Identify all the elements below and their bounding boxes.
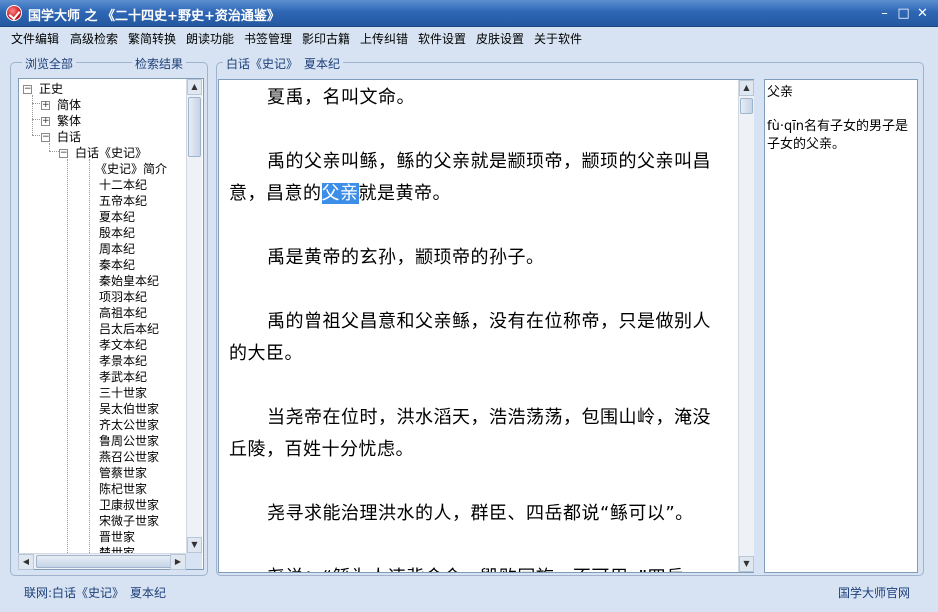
collapse-icon[interactable]: − xyxy=(59,149,68,158)
scroll-right-icon[interactable]: ▶ xyxy=(170,554,186,570)
tree-chapter[interactable]: 孝景本纪 xyxy=(99,353,147,369)
tree-horizontal-scrollbar[interactable]: ◀ ▶ xyxy=(18,553,186,570)
menu-about[interactable]: 关于软件 xyxy=(534,30,582,47)
tab-search-results[interactable]: 检索结果 xyxy=(132,55,187,72)
dictionary-word: 父亲 xyxy=(767,85,794,100)
tree-chapter[interactable]: 宋微子世家 xyxy=(99,513,159,529)
paragraph-text: 就是黄帝。 xyxy=(358,183,451,204)
tab-browse-all[interactable]: 浏览全部 xyxy=(22,55,77,72)
maximize-button[interactable]: □ xyxy=(895,5,912,22)
menu-settings[interactable]: 软件设置 xyxy=(418,30,466,47)
tree-line xyxy=(89,159,90,569)
menu-read-aloud[interactable]: 朗读功能 xyxy=(186,30,234,47)
menu-bookmarks[interactable]: 书签管理 xyxy=(244,30,292,47)
tree-chapter[interactable]: 殷本纪 xyxy=(99,225,135,241)
tree-chapter[interactable]: 三十世家 xyxy=(99,385,147,401)
dictionary-pane: 父亲 fù·qīn名有子女的男子是子女的父亲。 xyxy=(764,79,918,573)
paragraph: 当尧帝在位时，洪水滔天，浩浩荡荡，包围山岭，淹没丘陵，百姓十分忧虑。 xyxy=(229,407,711,460)
paragraph: 尧说：“鲧为人违背命令，毁败同族，不可用。”四岳 xyxy=(229,562,729,572)
tree-line xyxy=(32,95,33,135)
tree-hscroll-thumb[interactable] xyxy=(36,555,176,568)
scroll-up-icon[interactable]: ▲ xyxy=(739,80,754,96)
tree-chapter[interactable]: 秦本纪 xyxy=(99,257,135,273)
tree-chapter[interactable]: 孝武本纪 xyxy=(99,369,147,385)
window-title: 国学大师 之 《二十四史+野史+资治通鉴》 xyxy=(28,9,280,24)
tree-chapter[interactable]: 项羽本纪 xyxy=(99,289,147,305)
status-location: 联网:白话《史记》 夏本纪 xyxy=(24,586,167,600)
scroll-left-icon[interactable]: ◀ xyxy=(18,554,34,570)
official-website-link[interactable]: 国学大师官网 xyxy=(838,584,910,601)
tree-chapter[interactable]: 齐太公世家 xyxy=(99,417,159,433)
dictionary-definition: fù·qīn名有子女的男子是子女的父亲。 xyxy=(767,119,909,152)
paragraph: 尧寻求能治理洪水的人，群臣、四岳都说“鲧可以”。 xyxy=(267,503,694,524)
paragraph: 夏禹，名叫文命。 xyxy=(267,87,415,108)
status-bar: 联网:白话《史记》 夏本纪 国学大师官网 xyxy=(0,579,938,612)
tree-chapter[interactable]: 《史记》简介 xyxy=(95,161,167,177)
tree-line xyxy=(49,143,50,151)
paragraph: 禹的曾祖父昌意和父亲鲧，没有在位称帝，只是做别人的大臣。 xyxy=(229,311,711,364)
tree-node-label: 白话《史记》 xyxy=(75,146,148,160)
tree-chapter[interactable]: 吕太后本纪 xyxy=(99,321,159,337)
paragraph: 禹的父亲叫鲧，鲧的父亲就是颛顼帝，颛顼的父亲叫昌意，昌意的父亲就是黄帝。 xyxy=(229,146,729,210)
close-button[interactable]: ✕ xyxy=(914,5,931,22)
tree-node-label: 白话 xyxy=(57,130,82,144)
scroll-up-icon[interactable]: ▲ xyxy=(187,79,202,95)
menu-advanced-search[interactable]: 高级检索 xyxy=(70,30,118,47)
minimize-button[interactable]: – xyxy=(876,5,893,22)
scrollbar-corner xyxy=(186,553,202,569)
tree-chapter[interactable]: 夏本纪 xyxy=(99,209,135,225)
expand-icon[interactable]: + xyxy=(41,117,50,126)
tree-vertical-scrollbar[interactable]: ▲ ▼ xyxy=(186,79,202,553)
expand-icon[interactable]: + xyxy=(41,101,50,110)
tree-chapter[interactable]: 卫康叔世家 xyxy=(99,497,159,513)
tree-node-label: 繁体 xyxy=(57,114,82,128)
collapse-icon[interactable]: − xyxy=(23,85,32,94)
title-bar: 国学大师 之 《二十四史+野史+资治通鉴》 – □ ✕ xyxy=(0,0,938,27)
tree-chapter[interactable]: 陈杞世家 xyxy=(99,481,147,497)
tree-chapter[interactable]: 十二本纪 xyxy=(99,177,147,193)
reader-scroll-thumb[interactable] xyxy=(740,98,753,114)
tree-chapter[interactable]: 吴太伯世家 xyxy=(99,401,159,417)
tree-chapter[interactable]: 五帝本纪 xyxy=(99,193,147,209)
paragraph: 禹是黄帝的玄孙，颛顼帝的孙子。 xyxy=(267,247,545,268)
tree-chapter[interactable]: 燕召公世家 xyxy=(99,449,159,465)
tree-chapter[interactable]: 管蔡世家 xyxy=(99,465,147,481)
paragraph-text: 禹的父亲叫鲧，鲧的父亲就是颛顼帝，颛顼的父亲叫昌意，昌意的 xyxy=(229,151,711,204)
app-logo-icon[interactable] xyxy=(6,5,22,21)
tree-chapter[interactable]: 晋世家 xyxy=(99,529,135,545)
menu-upload-correction[interactable]: 上传纠错 xyxy=(360,30,408,47)
tree-chapter[interactable]: 秦始皇本纪 xyxy=(99,273,159,289)
tree-chapter[interactable]: 孝文本纪 xyxy=(99,337,147,353)
collapse-icon[interactable]: − xyxy=(41,133,50,142)
reading-pane[interactable]: 夏禹，名叫文命。 禹的父亲叫鲧，鲧的父亲就是颛顼帝，颛顼的父亲叫昌意，昌意的父亲… xyxy=(218,79,754,573)
tree-chapter[interactable]: 周本纪 xyxy=(99,241,135,257)
scroll-down-icon[interactable]: ▼ xyxy=(187,537,202,553)
tree-node-label: 正史 xyxy=(39,82,64,96)
content-header: 白话《史记》 夏本纪 xyxy=(223,55,344,72)
tree-scroll-thumb[interactable] xyxy=(188,97,201,157)
tree-chapter[interactable]: 高祖本纪 xyxy=(99,305,147,321)
menu-facsimile[interactable]: 影印古籍 xyxy=(302,30,350,47)
reader-vertical-scrollbar[interactable]: ▲ ▼ xyxy=(738,80,754,572)
scroll-down-icon[interactable]: ▼ xyxy=(739,556,754,572)
menu-file-edit[interactable]: 文件编辑 xyxy=(11,30,59,47)
menu-skin[interactable]: 皮肤设置 xyxy=(476,30,524,47)
tree-chapter[interactable]: 鲁周公世家 xyxy=(99,433,159,449)
book-tree: − 正史 + 简体 + 繁体 − 白话 − 白话《史记》 《史记》简介 十二本纪… xyxy=(18,78,204,570)
menu-convert-script[interactable]: 繁简转换 xyxy=(128,30,176,47)
menu-bar: 文件编辑 高级检索 繁简转换 朗读功能 书签管理 影印古籍 上传纠错 软件设置 … xyxy=(0,27,938,49)
tree-line xyxy=(67,159,68,569)
tree-node-label: 简体 xyxy=(57,98,82,112)
selected-word[interactable]: 父亲 xyxy=(321,183,359,204)
